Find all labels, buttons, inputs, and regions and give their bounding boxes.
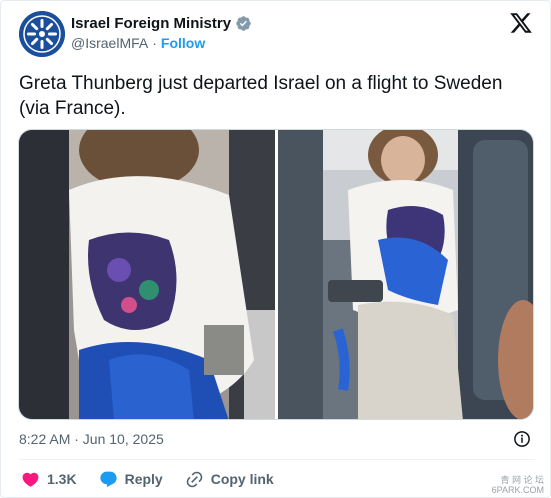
tweet-card: Israel Foreign Ministry @IsraelMFA · Fol… bbox=[0, 0, 551, 498]
verified-badge-icon bbox=[235, 15, 252, 32]
display-name[interactable]: Israel Foreign Ministry bbox=[71, 15, 231, 32]
mfa-logo-icon bbox=[19, 11, 65, 57]
handle-separator: · bbox=[152, 35, 157, 51]
heart-icon bbox=[22, 472, 39, 487]
reply-label: Reply bbox=[124, 471, 163, 487]
like-count: 1.3K bbox=[47, 471, 77, 487]
reply-button[interactable]: Reply bbox=[99, 470, 163, 489]
account-handle[interactable]: @IsraelMFA bbox=[71, 35, 148, 51]
tweet-timestamp[interactable]: 8:22 AM · Jun 10, 2025 bbox=[19, 431, 164, 447]
divider bbox=[19, 459, 535, 460]
reply-bubble-icon bbox=[99, 471, 117, 487]
handle-row: @IsraelMFA · Follow bbox=[71, 35, 252, 51]
account-names: Israel Foreign Ministry @IsraelMFA · Fol… bbox=[71, 13, 252, 51]
photo-left[interactable] bbox=[19, 130, 275, 419]
photo-right[interactable] bbox=[277, 130, 533, 419]
tweet-text: Greta Thunberg just departed Israel on a… bbox=[19, 73, 503, 119]
copy-link-button[interactable]: Copy link bbox=[185, 470, 274, 489]
copy-link-label: Copy link bbox=[210, 471, 274, 487]
x-logo-icon[interactable] bbox=[509, 11, 533, 35]
follow-button[interactable]: Follow bbox=[161, 35, 205, 51]
display-name-row: Israel Foreign Ministry bbox=[71, 13, 252, 33]
avatar[interactable] bbox=[19, 11, 65, 57]
action-bar: 1.3K Reply Copy link bbox=[21, 469, 296, 489]
media-grid[interactable] bbox=[18, 129, 534, 420]
link-icon bbox=[186, 471, 202, 487]
tweet-header: Israel Foreign Ministry @IsraelMFA · Fol… bbox=[19, 11, 535, 57]
watermark-line1: 青 网 论 坛 bbox=[500, 475, 544, 485]
watermark-line2: 6PARK.COM bbox=[491, 485, 544, 495]
info-icon[interactable] bbox=[513, 430, 531, 448]
watermark: 青 网 论 坛 6PARK.COM bbox=[492, 475, 544, 495]
like-button[interactable]: 1.3K bbox=[21, 470, 77, 489]
timestamp-row: 8:22 AM · Jun 10, 2025 bbox=[19, 431, 535, 449]
